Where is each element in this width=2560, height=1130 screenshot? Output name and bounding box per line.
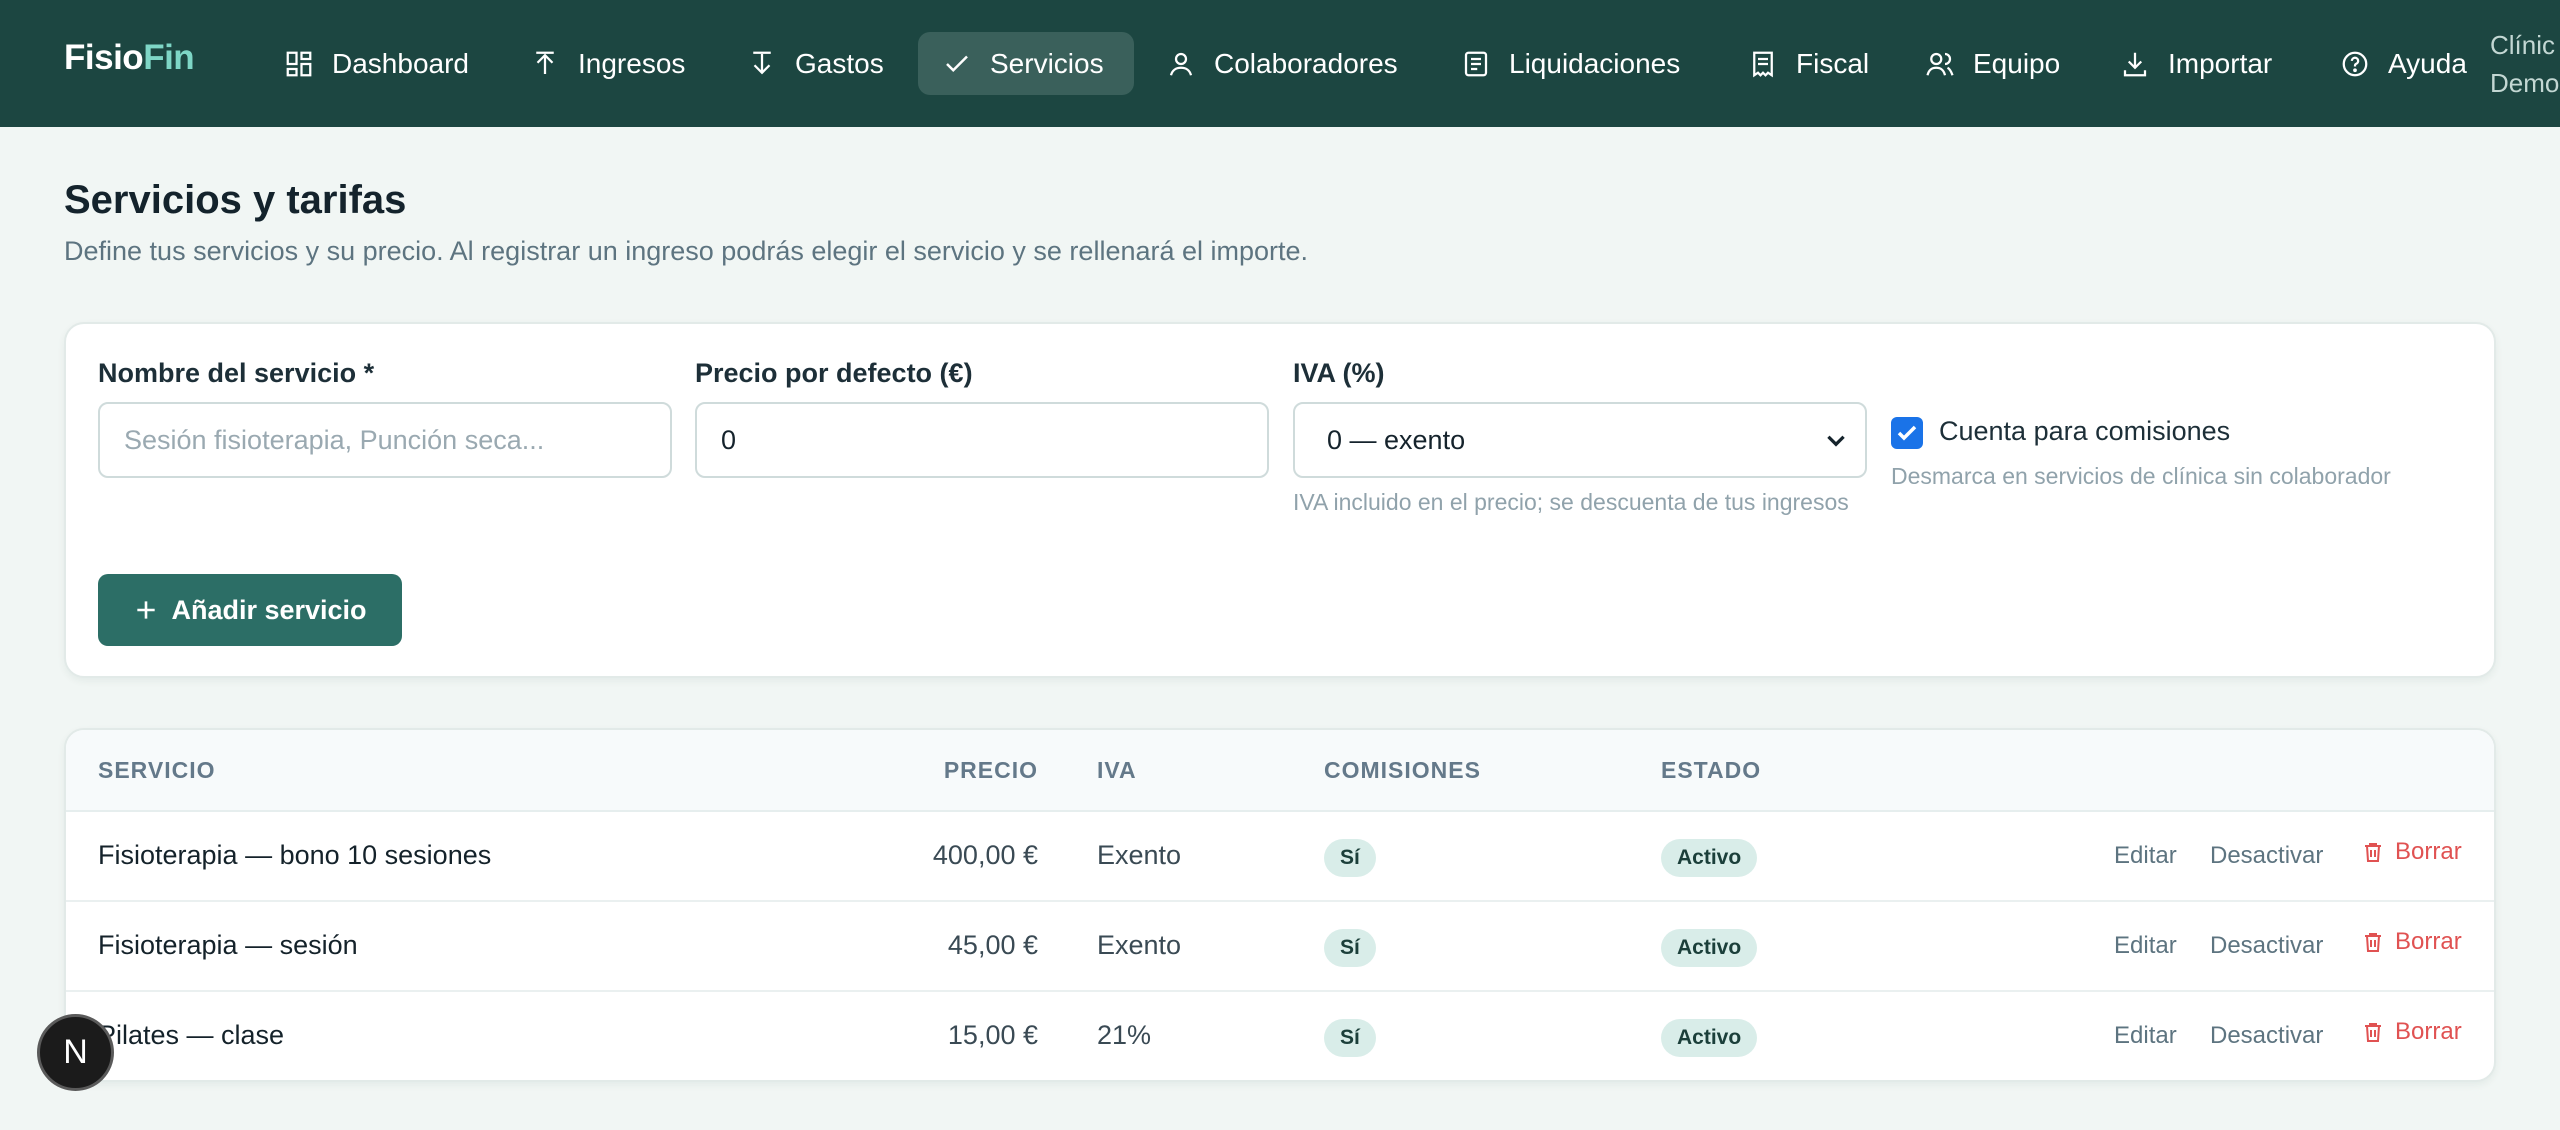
arrow-down-icon: [753, 51, 771, 74]
nav-item-importar[interactable]: Importar: [2096, 32, 2296, 95]
services-table: SERVICIO PRECIO IVA COMISIONES ESTADO Fi…: [64, 728, 2496, 1082]
delete-button[interactable]: Borrar: [2361, 838, 2462, 866]
delete-button[interactable]: Borrar: [2361, 1018, 2462, 1046]
nav-item-gastos[interactable]: Gastos: [723, 32, 908, 95]
dashboard-icon: [286, 51, 312, 76]
trash-icon: [2365, 1023, 2381, 1042]
page-subtitle: Define tus servicios y su precio. Al reg…: [64, 236, 1309, 266]
service-iva: 21%: [1097, 1020, 1152, 1050]
commission-badge: Sí: [1324, 929, 1376, 967]
nav-item-equipo[interactable]: Equipo: [1901, 32, 2084, 95]
table-row: Pilates — clase 15,00 € 21% Sí Activo Ed…: [66, 992, 2494, 1080]
nav-item-liquidaciones[interactable]: Liquidaciones: [1437, 32, 1704, 95]
edit-link[interactable]: Editar: [2114, 842, 2177, 870]
service-name: Fisioterapia — sesión: [98, 930, 358, 960]
chevron-down-icon: [1827, 435, 1845, 447]
delete-button[interactable]: Borrar: [2361, 928, 2462, 956]
edit-link[interactable]: Editar: [2114, 932, 2177, 960]
nav-item-servicios[interactable]: Servicios: [918, 32, 1134, 95]
service-name: Fisioterapia — bono 10 sesiones: [98, 840, 492, 870]
clinic-selector[interactable]: Clínic Demo: [2490, 26, 2559, 102]
col-header-estado: ESTADO: [1661, 757, 1762, 783]
table-row: Fisioterapia — sesión 45,00 € Exento Sí …: [66, 902, 2494, 992]
nav-item-dashboard[interactable]: Dashboard: [260, 32, 493, 95]
download-icon: [2123, 52, 2147, 76]
commission-label: Cuenta para comisiones: [1939, 416, 2231, 446]
iva-label: IVA (%): [1293, 358, 1385, 388]
price-label: Precio por defecto (€): [695, 358, 973, 388]
service-price: 15,00 €: [947, 1020, 1038, 1050]
add-service-button[interactable]: Añadir servicio: [98, 574, 402, 646]
status-badge: Activo: [1661, 1019, 1758, 1057]
iva-hint: IVA incluido en el precio; se descuenta …: [1293, 489, 1849, 515]
service-name-label: Nombre del servicio *: [98, 358, 375, 388]
service-iva: Exento: [1097, 930, 1182, 960]
service-price: 45,00 €: [947, 930, 1038, 960]
edit-link[interactable]: Editar: [2114, 1022, 2177, 1050]
arrow-up-icon: [536, 51, 554, 74]
table-row: Fisioterapia — bono 10 sesiones 400,00 €…: [66, 812, 2494, 902]
nav-item-fiscal[interactable]: Fiscal: [1724, 32, 1893, 95]
status-badge: Activo: [1661, 839, 1758, 877]
page-title: Servicios y tarifas: [64, 178, 407, 222]
commission-hint: Desmarca en servicios de clínica sin col…: [1891, 463, 2391, 489]
top-navbar: FisioFin Dashboard Ingresos Gastos Servi…: [0, 0, 2560, 127]
col-header-iva: IVA: [1097, 757, 1137, 783]
col-header-precio: PRECIO: [943, 757, 1038, 783]
help-icon: [2342, 51, 2368, 76]
checkmark-icon: [1897, 425, 1917, 441]
deactivate-link[interactable]: Desactivar: [2210, 932, 2323, 960]
commission-badge: Sí: [1324, 1019, 1376, 1057]
service-name-input[interactable]: Sesión fisioterapia, Punción seca...: [98, 402, 672, 478]
deactivate-link[interactable]: Desactivar: [2210, 1022, 2323, 1050]
trash-icon: [2365, 843, 2381, 862]
deactivate-link[interactable]: Desactivar: [2210, 842, 2323, 870]
service-name: Pilates — clase: [98, 1020, 285, 1050]
service-price: 400,00 €: [932, 840, 1038, 870]
plus-icon: [137, 601, 156, 619]
table-header: SERVICIO PRECIO IVA COMISIONES ESTADO: [66, 730, 2494, 812]
commission-badge: Sí: [1324, 839, 1376, 877]
col-header-servicio: SERVICIO: [98, 757, 216, 783]
nav-item-ayuda[interactable]: Ayuda: [2316, 32, 2491, 95]
trash-icon: [2365, 933, 2381, 952]
col-header-comisiones: COMISIONES: [1324, 757, 1481, 783]
user-icon: [1169, 52, 1193, 76]
iva-select[interactable]: 0 — exento: [1293, 402, 1867, 478]
price-input[interactable]: 0: [695, 402, 1269, 478]
add-service-form: Nombre del servicio * Sesión fisioterapi…: [64, 322, 2496, 678]
commission-checkbox[interactable]: [1891, 417, 1923, 449]
users-icon: [1926, 52, 1954, 76]
document-icon: [1464, 51, 1488, 76]
receipt-icon: [1753, 51, 1773, 77]
brand-logo[interactable]: FisioFin: [64, 38, 195, 78]
check-icon: [946, 55, 968, 72]
status-badge: Activo: [1661, 929, 1758, 967]
floating-badge-button[interactable]: N: [37, 1014, 114, 1091]
nav-item-ingresos[interactable]: Ingresos: [506, 32, 709, 95]
service-iva: Exento: [1097, 840, 1182, 870]
nav-item-colaboradores[interactable]: Colaboradores: [1142, 32, 1422, 95]
